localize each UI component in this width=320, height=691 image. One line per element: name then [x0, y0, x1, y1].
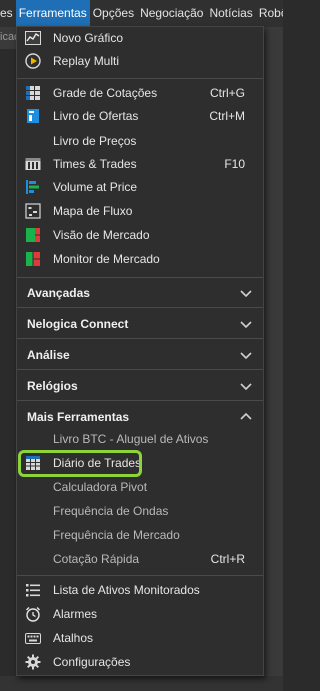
menu-item-visao-mercado[interactable]: Visão de Mercado: [17, 224, 263, 246]
section-mais-ferramentas[interactable]: Mais Ferramentas: [17, 404, 263, 430]
menu-separator: [17, 400, 263, 401]
grid-quotes-icon: [26, 86, 40, 100]
menu-separator: [17, 338, 263, 339]
section-analise[interactable]: Análise: [17, 342, 263, 368]
menu-item-shortcut: Ctrl+M: [209, 109, 245, 123]
market-monitor-icon: [26, 252, 40, 266]
menu-separator: [17, 307, 263, 308]
chevron-down-icon: [240, 383, 252, 391]
chevron-down-icon: [240, 352, 252, 360]
menu-item-label: Visão de Mercado: [53, 228, 150, 242]
highlight-box: [18, 450, 142, 477]
menu-item-frequencia-ondas[interactable]: Frequência de Ondas: [17, 500, 263, 522]
menu-item-atalhos[interactable]: Atalhos: [17, 627, 263, 649]
menu-item-configuracoes[interactable]: Configurações: [17, 651, 263, 673]
menu-separator: [17, 369, 263, 370]
chevron-down-icon: [240, 321, 252, 329]
menu-item-monitor-mercado[interactable]: Monitor de Mercado: [17, 248, 263, 270]
menu-item-shortcut: Ctrl+R: [210, 552, 245, 566]
menu-item-label: Novo Gráfico: [53, 31, 124, 45]
menu-item-label: Volume at Price: [53, 180, 138, 194]
menu-item-calculadora-pivot[interactable]: Calculadora Pivot: [17, 476, 263, 498]
menu-item-label: Livro de Preços: [53, 134, 137, 148]
keyboard-icon: [25, 633, 41, 644]
menu-separator: [17, 575, 263, 576]
menu-item-label: Replay Multi: [53, 54, 120, 68]
order-book-icon: [27, 109, 39, 123]
chart-icon: [25, 31, 41, 45]
menu-item-novo-grafico[interactable]: Novo Gráfico: [17, 27, 263, 49]
volume-price-icon: [26, 180, 39, 194]
menu-item-label: Lista de Ativos Monitorados: [53, 583, 200, 597]
menu-item-livro-btc[interactable]: Livro BTC - Aluguel de Ativos: [17, 428, 263, 450]
section-label: Mais Ferramentas: [27, 410, 130, 424]
menu-item-label: Monitor de Mercado: [53, 252, 160, 266]
menu-separator: [17, 277, 263, 278]
menu-item-label: Livro de Ofertas: [53, 109, 139, 123]
menu-item-label: Alarmes: [53, 607, 98, 621]
menu-item-lista-ativos[interactable]: Lista de Ativos Monitorados: [17, 579, 263, 601]
section-label: Relógios: [27, 379, 78, 393]
section-nelogica-connect[interactable]: Nelogica Connect: [17, 311, 263, 337]
menu-item-replay-multi[interactable]: Replay Multi: [17, 50, 263, 72]
list-icon: [26, 584, 40, 597]
menu-item-cotacao-rapida[interactable]: Cotação Rápida Ctrl+R: [17, 548, 263, 570]
menu-ferramentas[interactable]: Ferramentas: [15, 0, 90, 27]
menu-item-livro-precos[interactable]: Livro de Preços: [17, 130, 263, 152]
menu-item-label: Frequência de Ondas: [53, 504, 169, 518]
menu-item-label: Configurações: [53, 655, 131, 669]
menu-robos[interactable]: Robôs: [256, 0, 283, 27]
menu-item-label: Frequência de Mercado: [53, 528, 180, 542]
menubar: es Ferramentas Opções Negociação Notícia…: [0, 0, 283, 27]
menu-item-times-trades[interactable]: Times & Trades F10: [17, 153, 263, 175]
menu-item-livro-ofertas[interactable]: Livro de Ofertas Ctrl+M: [17, 105, 263, 127]
section-label: Avançadas: [27, 286, 90, 300]
menu-es[interactable]: es: [0, 0, 16, 27]
menu-item-alarmes[interactable]: Alarmes: [17, 603, 263, 625]
alarm-clock-icon: [26, 607, 40, 622]
section-label: Nelogica Connect: [27, 317, 129, 331]
chevron-down-icon: [240, 290, 252, 298]
menu-item-label: Grade de Cotações: [53, 86, 158, 100]
replay-icon: [25, 53, 41, 69]
menu-item-mapa-fluxo[interactable]: Mapa de Fluxo: [17, 200, 263, 222]
flow-map-icon: [25, 203, 41, 219]
menu-item-frequencia-mercado[interactable]: Frequência de Mercado: [17, 524, 263, 546]
menu-opcoes[interactable]: Opções: [90, 0, 137, 27]
gear-icon: [25, 654, 41, 670]
menu-noticias[interactable]: Notícias: [206, 0, 255, 27]
times-trades-icon: [25, 158, 41, 170]
chevron-up-icon: [240, 412, 252, 420]
menu-item-label: Calculadora Pivot: [53, 480, 148, 494]
market-view-icon: [26, 228, 40, 242]
ferramentas-dropdown: Novo Gráfico Replay Multi Grade de Cotaç…: [16, 26, 264, 676]
section-relogios[interactable]: Relógios: [17, 373, 263, 399]
background-right-edge: [264, 27, 283, 691]
menu-item-label: Mapa de Fluxo: [53, 204, 133, 218]
menu-item-label: Livro BTC - Aluguel de Ativos: [53, 432, 209, 446]
background-bottom-edge: [0, 676, 283, 691]
menu-item-shortcut: F10: [224, 157, 245, 171]
menu-separator: [17, 78, 263, 79]
menu-item-shortcut: Ctrl+G: [209, 86, 245, 100]
menu-item-grade-cotacoes[interactable]: Grade de Cotações Ctrl+G: [17, 82, 263, 104]
menu-item-label: Cotação Rápida: [53, 552, 140, 566]
menu-item-volume-at-price[interactable]: Volume at Price: [17, 176, 263, 198]
section-label: Análise: [27, 348, 70, 362]
section-avancadas[interactable]: Avançadas: [17, 280, 263, 306]
menu-item-label: Times & Trades: [53, 157, 137, 171]
menu-item-label: Atalhos: [53, 631, 94, 645]
menu-negociacao[interactable]: Negociação: [137, 0, 206, 27]
